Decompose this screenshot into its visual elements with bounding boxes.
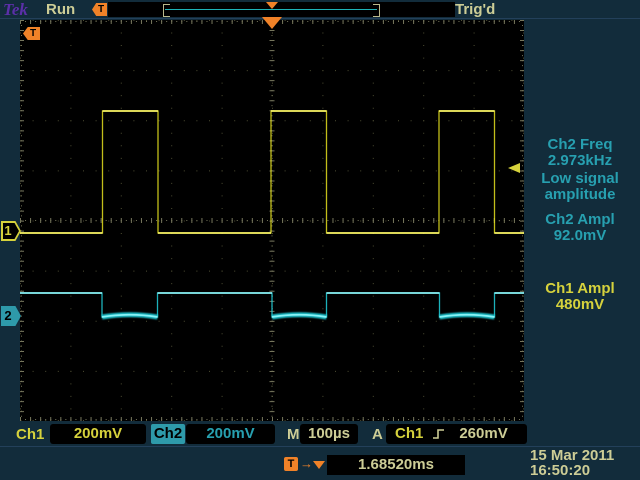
ch1-label: Ch1: [16, 426, 44, 443]
measurement-label: Ch2 Freq: [524, 137, 636, 153]
timebase-readout: 100µs: [300, 424, 358, 444]
measurement-value: 2.973kHz: [524, 153, 636, 169]
record-line: [165, 9, 377, 10]
rising-edge-icon: [432, 427, 445, 441]
measurement-label: Ch2 Ampl: [524, 212, 636, 228]
delay-t-icon: T: [284, 457, 298, 471]
ch1-scale-readout: 200mV: [50, 424, 146, 444]
delay-marker-icon: [313, 461, 325, 469]
measurement-ch2-freq: Ch2 Freq 2.973kHz: [524, 137, 636, 169]
time-readout: 16:50:20: [530, 463, 636, 478]
oscilloscope-screen: Tek Run T Trig'd T 1 2 Ch2 Freq 2.973kHz…: [0, 0, 640, 480]
measurement-value: 92.0mV: [524, 228, 636, 244]
ch2-label-selected: Ch2: [151, 424, 185, 444]
warning-line: Low signal: [524, 171, 636, 187]
delay-time-readout: 1.68520ms: [327, 455, 465, 475]
measurement-label: Ch1 Ampl: [524, 281, 636, 297]
trigger-t-icon: T: [92, 3, 107, 16]
tek-logo: Tek: [3, 0, 28, 20]
ch2-ground-marker: 2: [1, 306, 21, 326]
topbar-divider: [0, 18, 640, 19]
waveform-canvas: [20, 20, 524, 421]
ch2-scale-readout: 200mV: [186, 424, 275, 444]
graticule: [20, 20, 524, 421]
warning-line: amplitude: [524, 187, 636, 203]
record-trigger-marker-icon: [266, 2, 278, 9]
trigger-status: Trig'd: [455, 1, 495, 18]
delay-arrow-icon: →: [300, 456, 313, 471]
acquisition-status: Run: [46, 1, 75, 18]
date-readout: 15 Mar 2011: [530, 448, 636, 463]
horizontal-label: M: [287, 426, 300, 443]
measurement-warning: Low signal amplitude: [524, 171, 636, 203]
ch1-ground-marker: 1: [1, 221, 21, 241]
ch1-ground-marker-label: 1: [1, 223, 15, 239]
record-view-bar: [108, 2, 455, 17]
trigger-readout: Ch1 260mV: [386, 424, 527, 444]
measurement-value: 480mV: [524, 297, 636, 313]
record-window-bracket-left-icon: [163, 4, 170, 17]
trigger-a-label: A: [372, 426, 383, 443]
trigger-level-readout: 260mV: [459, 424, 507, 444]
record-window-bracket-right-icon: [373, 4, 380, 17]
measurement-ch1-ampl: Ch1 Ampl 480mV: [524, 281, 636, 313]
ch2-ground-marker-label: 2: [1, 308, 15, 324]
trigger-source: Ch1: [395, 424, 423, 444]
measurement-ch2-ampl: Ch2 Ampl 92.0mV: [524, 212, 636, 244]
datetime: 15 Mar 2011 16:50:20: [500, 448, 636, 478]
